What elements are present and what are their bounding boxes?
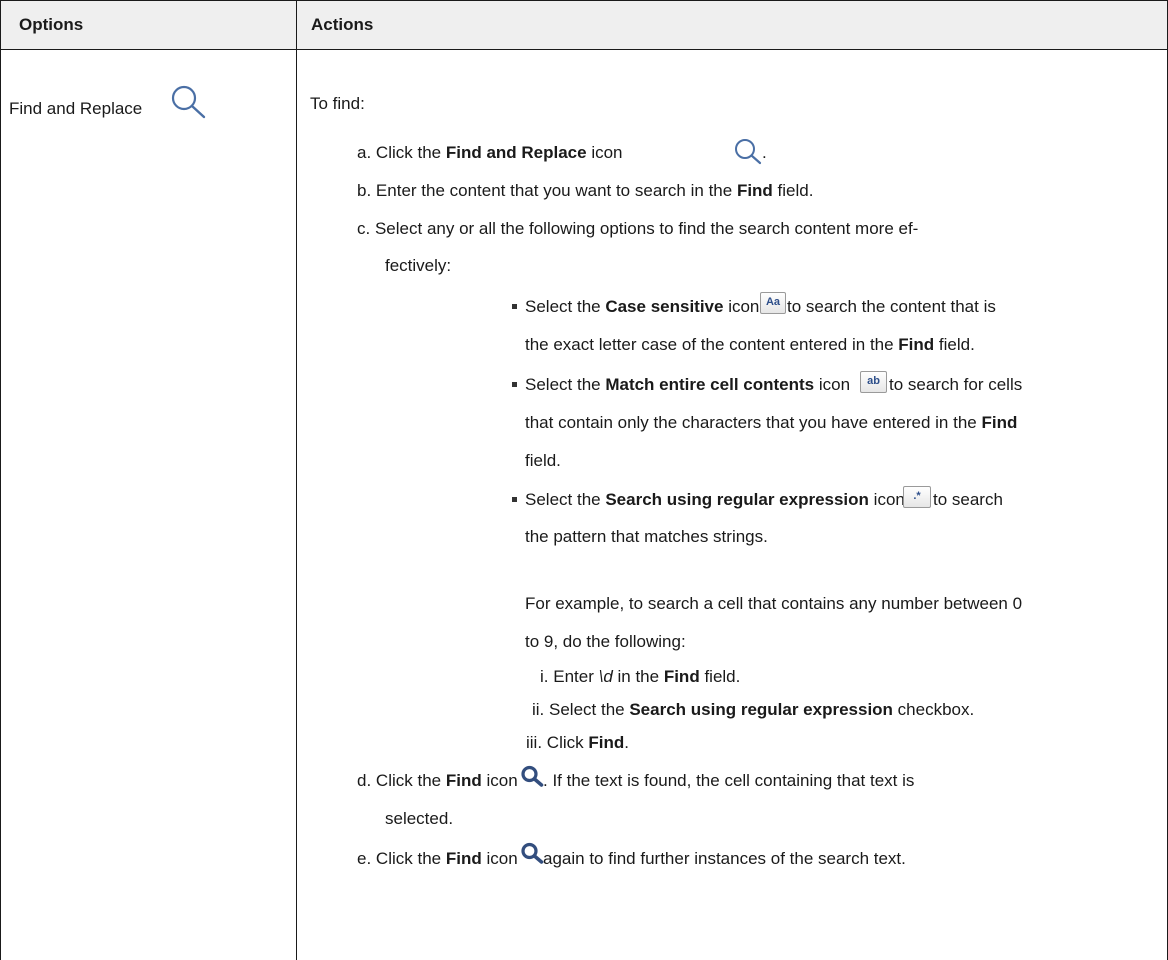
bullet-2-after: to search for cells — [889, 375, 1023, 394]
match-entire-cell-icon: ab — [860, 371, 887, 393]
step-c-text: Select any or all the following options … — [374, 219, 919, 238]
bullet-2-bold: Match entire cell contents — [605, 375, 815, 394]
step-d-marker: d. — [357, 771, 372, 790]
step-a-period: . — [762, 143, 767, 162]
bullet-1-after: to search the content that is — [787, 297, 996, 316]
substep-iii-bold: Find — [588, 733, 625, 752]
step-b-post: field. — [772, 181, 814, 200]
substep-iii-marker: iii. — [526, 733, 543, 752]
substep-iii-post: . — [624, 733, 629, 752]
step-a-marker: a. — [357, 143, 372, 162]
table-header-divider — [0, 49, 1168, 50]
bullet-1-line2-bold: Find — [898, 335, 935, 354]
bullet-1-pre: Select the — [525, 297, 606, 316]
step-d-after: . If the text is found, the cell contain… — [543, 771, 915, 790]
bullet-3-pre: Select the — [525, 490, 606, 509]
case-sensitive-icon: Aa — [760, 292, 786, 314]
step-a-bold: Find and Replace — [445, 143, 587, 162]
step-c-marker: c. — [357, 219, 371, 238]
bullet-2-line2-bold: Find — [981, 413, 1018, 432]
options-actions-table: Options Actions Find and Replace To find… — [0, 0, 1168, 960]
search-outline-icon — [171, 85, 206, 119]
bullet-marker — [512, 497, 517, 502]
step-d-bold: Find — [445, 771, 482, 790]
step-e-marker: e. — [357, 849, 372, 868]
step-b: b. Enter the content that you want to se… — [357, 181, 813, 201]
step-a-pre: Click the — [375, 143, 446, 162]
table-column-divider — [296, 0, 297, 960]
substep-i-mid: in the — [612, 667, 664, 686]
substep-iii: iii. Click Find. — [526, 733, 629, 753]
regex-icon: .* — [903, 486, 931, 508]
bullet-marker — [512, 304, 517, 309]
step-b-bold: Find — [736, 181, 773, 200]
substep-i-marker: i. — [540, 667, 549, 686]
step-e-pre: Click the — [375, 849, 446, 868]
example-line2: to 9, do the following: — [525, 632, 686, 651]
substep-iii-pre: Click — [546, 733, 589, 752]
bullet-2-line2-pre: that contain only the characters that yo… — [525, 413, 982, 432]
step-c-line1: c. Select any or all the following optio… — [357, 219, 918, 239]
step-a: a. Click the Find and Replace icon — [357, 143, 623, 163]
step-b-pre: Enter the content that you want to searc… — [375, 181, 737, 200]
substep-ii-marker: ii. — [532, 700, 545, 719]
step-e-bold: Find — [445, 849, 482, 868]
case-sensitive-icon-glyph: Aa — [765, 296, 781, 308]
step-e-post: icon — [481, 849, 518, 868]
bullet-3-after: to search — [933, 490, 1003, 509]
substep-i-post: field. — [699, 667, 741, 686]
match-entire-cell-icon-glyph: ab — [867, 375, 880, 387]
search-solid-icon — [521, 765, 544, 787]
bullet-1-mid: icon — [723, 297, 760, 316]
step-e-line1: e. Click the Find icon — [357, 849, 518, 869]
bullet-2-line1: Select the Match entire cell contents ic… — [525, 375, 850, 395]
header-options: Options — [19, 15, 84, 34]
substep-i-pre: Enter — [553, 667, 599, 686]
substep-i-bold: Find — [663, 667, 700, 686]
step-d-line2: selected. — [385, 809, 454, 828]
example-line1: For example, to search a cell that conta… — [525, 594, 1023, 613]
bullet-1-line2-post: field. — [934, 335, 975, 354]
step-e-after: again to find further instances of the s… — [543, 849, 906, 868]
substep-i-code: \d — [598, 667, 613, 686]
intro-text: To find: — [310, 94, 365, 113]
bullet-1-line2-pre: the exact letter case of the content ent… — [525, 335, 899, 354]
step-d-line1: d. Click the Find icon — [357, 771, 518, 791]
bullet-3-line1: Select the Search using regular expressi… — [525, 490, 905, 510]
bullet-marker — [512, 382, 517, 387]
substep-ii-bold: Search using regular expression — [629, 700, 893, 719]
step-d-post: icon — [481, 771, 518, 790]
substep-ii: ii. Select the Search using regular expr… — [532, 700, 974, 720]
step-c-line2: fectively: — [385, 256, 452, 275]
step-b-marker: b. — [357, 181, 372, 200]
bullet-3-mid: icon — [868, 490, 905, 509]
option-find-and-replace: Find and Replace — [9, 99, 143, 118]
step-d-pre: Click the — [375, 771, 446, 790]
bullet-2-line3: field. — [525, 451, 561, 470]
bullet-3-bold: Search using regular expression — [605, 490, 869, 509]
bullet-1-line2: the exact letter case of the content ent… — [525, 335, 975, 355]
regex-icon-glyph: .* — [913, 490, 921, 502]
bullet-2-pre: Select the — [525, 375, 606, 394]
search-solid-icon — [521, 842, 544, 864]
substep-i: i. Enter \d in the Find field. — [540, 667, 740, 687]
bullet-1-line1: Select the Case sensitive icon — [525, 297, 759, 317]
step-a-post: icon — [586, 143, 623, 162]
bullet-2-mid: icon — [814, 375, 851, 394]
table-left-border — [0, 0, 1, 960]
table-header-actions-cell — [297, 0, 1168, 49]
find-and-replace-icon — [735, 139, 762, 165]
substep-ii-post: checkbox. — [892, 700, 975, 719]
substep-ii-pre: Select the — [549, 700, 630, 719]
table-top-border — [0, 0, 1168, 1]
bullet-1-bold: Case sensitive — [605, 297, 724, 316]
bullet-3-line2: the pattern that matches strings. — [525, 527, 768, 546]
bullet-2-line2: that contain only the characters that yo… — [525, 413, 1017, 433]
header-actions: Actions — [311, 15, 374, 34]
